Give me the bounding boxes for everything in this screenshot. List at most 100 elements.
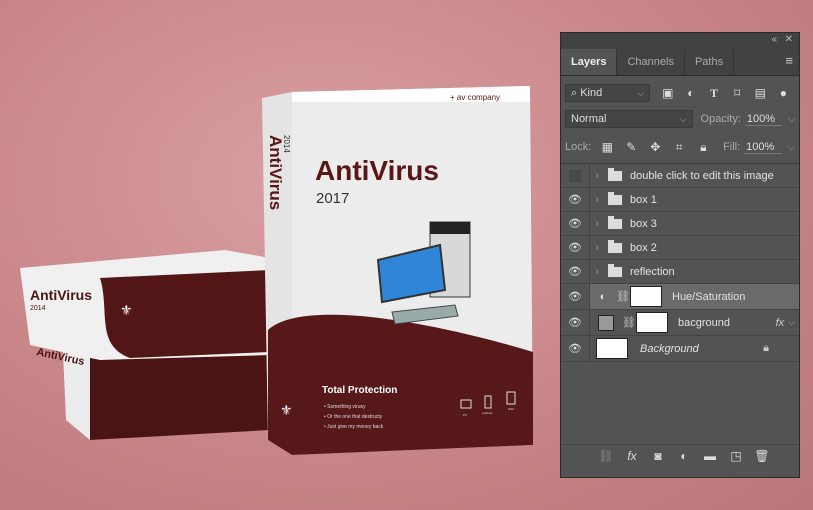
color-fill-thumbnail[interactable] bbox=[598, 314, 614, 331]
trash-icon[interactable]: 🗑︎ bbox=[753, 449, 771, 463]
folder-icon bbox=[608, 167, 622, 181]
eye-icon[interactable]: 👁︎ bbox=[561, 336, 590, 361]
opacity-dropdown-icon[interactable]: ⌵ bbox=[788, 114, 795, 125]
eye-icon[interactable]: 👁︎ bbox=[561, 236, 590, 259]
layer-row[interactable]: 👁︎ › box 2 bbox=[561, 236, 799, 260]
product-year: 2017 bbox=[316, 190, 349, 207]
layer-name: box 3 bbox=[630, 217, 657, 230]
box-stack: AntiVirus 2014 AntiVirus ⚜ bbox=[20, 250, 270, 440]
tab-layers[interactable]: Layers bbox=[561, 49, 618, 75]
chevron-down-icon[interactable]: ⌵ bbox=[788, 317, 795, 328]
layer-name: double click to edit this image bbox=[630, 169, 774, 182]
fill-dropdown-icon[interactable]: ⌵ bbox=[788, 142, 795, 153]
type-filter-icon[interactable]: T bbox=[702, 86, 725, 101]
add-mask-icon[interactable]: ◙ bbox=[649, 449, 667, 463]
panel-bottom-toolbar: ⛓︎ fx ◙ ◐ ▬ ◳ 🗑︎ bbox=[561, 444, 799, 467]
panel-menu-icon[interactable]: ≡ bbox=[785, 49, 799, 75]
box-small-year: 2014 bbox=[30, 305, 46, 312]
layer-name: Background bbox=[640, 342, 699, 355]
canvas-artwork: AntiVirus 2014 AntiVirus ⚜ + av company … bbox=[20, 86, 533, 455]
main-box: + av company AntiVirus 2017 AntiVirus 20… bbox=[262, 86, 533, 455]
lock-artboard-icon[interactable]: ⌗ bbox=[667, 140, 691, 155]
collapse-icon[interactable]: « bbox=[771, 34, 777, 45]
fill-input[interactable]: 100% bbox=[744, 141, 783, 154]
layer-row[interactable]: › double click to edit this image bbox=[561, 164, 799, 188]
lock-all-icon[interactable]: 🔒︎ bbox=[691, 140, 715, 155]
side-year: 2014 bbox=[282, 135, 291, 153]
image-filter-icon[interactable]: ▣ bbox=[656, 86, 679, 100]
layer-row[interactable]: 👁︎ › box 1 bbox=[561, 188, 799, 212]
close-icon[interactable]: ✕ bbox=[785, 34, 793, 45]
link-icon[interactable]: ⛓︎ bbox=[622, 316, 636, 329]
adjustment-layer-icon[interactable]: ◐ bbox=[675, 449, 693, 463]
expand-icon[interactable]: › bbox=[590, 218, 604, 229]
layer-name: box 1 bbox=[630, 193, 657, 206]
tab-paths[interactable]: Paths bbox=[685, 49, 735, 75]
chevron-down-icon: ⌵ bbox=[637, 87, 645, 98]
new-group-icon[interactable]: ▬ bbox=[701, 449, 719, 463]
expand-icon[interactable]: › bbox=[590, 266, 604, 277]
chevron-down-icon: ⌵ bbox=[679, 113, 687, 124]
blend-mode-value: Normal bbox=[571, 113, 607, 125]
lock-label: Lock: bbox=[565, 141, 592, 153]
eye-icon[interactable]: 👁︎ bbox=[561, 284, 590, 309]
search-icon: ⌕ bbox=[571, 86, 581, 99]
expand-icon[interactable]: › bbox=[590, 194, 604, 205]
layer-mask-thumbnail[interactable] bbox=[630, 286, 662, 307]
box-small-title: AntiVirus bbox=[30, 287, 92, 303]
eye-icon[interactable]: 👁︎ bbox=[561, 188, 590, 211]
platform-ipad: iPad bbox=[508, 407, 514, 411]
expand-icon[interactable]: › bbox=[590, 170, 604, 181]
panel-titlebar: « ✕ bbox=[561, 33, 799, 49]
new-layer-icon[interactable]: ◳ bbox=[727, 449, 745, 463]
folder-icon bbox=[608, 215, 622, 229]
lock-position-icon[interactable]: ✥ bbox=[643, 140, 667, 154]
visibility-toggle[interactable] bbox=[561, 164, 590, 187]
layer-row[interactable]: 👁︎ Background 🔒︎ bbox=[561, 336, 799, 362]
layer-thumbnail[interactable] bbox=[596, 338, 628, 359]
folder-icon bbox=[608, 239, 622, 253]
opacity-input[interactable]: 100% bbox=[744, 113, 783, 126]
layer-row-selected[interactable]: 👁︎ ◐ ⛓︎ Hue/Saturation bbox=[561, 284, 799, 310]
eye-icon[interactable]: 👁︎ bbox=[561, 310, 590, 335]
lock-transparent-icon[interactable]: ▦ bbox=[595, 140, 619, 154]
link-icon[interactable]: ⛓︎ bbox=[616, 290, 630, 303]
fleur-icon: ⚜ bbox=[280, 402, 293, 418]
layer-mask-thumbnail[interactable] bbox=[636, 312, 668, 333]
adjustment-filter-icon[interactable]: ◐ bbox=[679, 86, 702, 100]
shape-filter-icon[interactable]: ⌑ bbox=[726, 86, 749, 100]
smart-object-filter-icon[interactable]: ▤ bbox=[749, 86, 772, 100]
expand-icon[interactable]: › bbox=[590, 242, 604, 253]
layers-panel: « ✕ Layers Channels Paths ≡ ⌕ Kind ⌵ ▣ ◐ … bbox=[560, 32, 800, 478]
adjustment-icon: ◐ bbox=[599, 290, 607, 303]
filter-kind-select[interactable]: ⌕ Kind ⌵ bbox=[565, 84, 651, 102]
bullet-1: • Something virusy bbox=[324, 404, 366, 410]
product-title: AntiVirus bbox=[315, 155, 439, 186]
panel-tabs: Layers Channels Paths ≡ bbox=[561, 49, 799, 76]
tagline: Total Protection bbox=[322, 385, 397, 396]
bullet-3: • Just give my money back bbox=[324, 424, 384, 430]
layer-row[interactable]: 👁︎ › box 3 bbox=[561, 212, 799, 236]
filter-kind-value: Kind bbox=[580, 86, 603, 99]
fx-icon[interactable]: fx bbox=[623, 449, 641, 463]
filter-toggle[interactable]: ● bbox=[772, 86, 795, 100]
layers-list: › double click to edit this image 👁︎ › b… bbox=[561, 163, 799, 362]
eye-icon[interactable]: 👁︎ bbox=[561, 212, 590, 235]
lock-icon: 🔒︎ bbox=[763, 342, 769, 354]
folder-icon bbox=[608, 263, 622, 277]
fx-icon[interactable]: fx bbox=[776, 317, 785, 329]
opacity-label: Opacity: bbox=[700, 113, 741, 125]
folder-icon bbox=[608, 191, 622, 205]
layer-name: bacground bbox=[678, 316, 730, 329]
layer-row[interactable]: 👁︎ › reflection bbox=[561, 260, 799, 284]
layer-row[interactable]: 👁︎ ⛓︎ bacground fx ⌵ bbox=[561, 310, 799, 336]
platform-android: Android bbox=[482, 411, 493, 415]
layer-name: box 2 bbox=[630, 241, 657, 254]
blend-mode-select[interactable]: Normal ⌵ bbox=[565, 110, 693, 128]
lock-image-icon[interactable]: ✎ bbox=[619, 140, 643, 154]
link-layers-icon[interactable]: ⛓︎ bbox=[597, 449, 615, 463]
brand-label: + av company bbox=[450, 93, 500, 102]
eye-icon[interactable]: 👁︎ bbox=[561, 260, 590, 283]
layer-name: reflection bbox=[630, 265, 675, 278]
tab-channels[interactable]: Channels bbox=[617, 49, 685, 75]
